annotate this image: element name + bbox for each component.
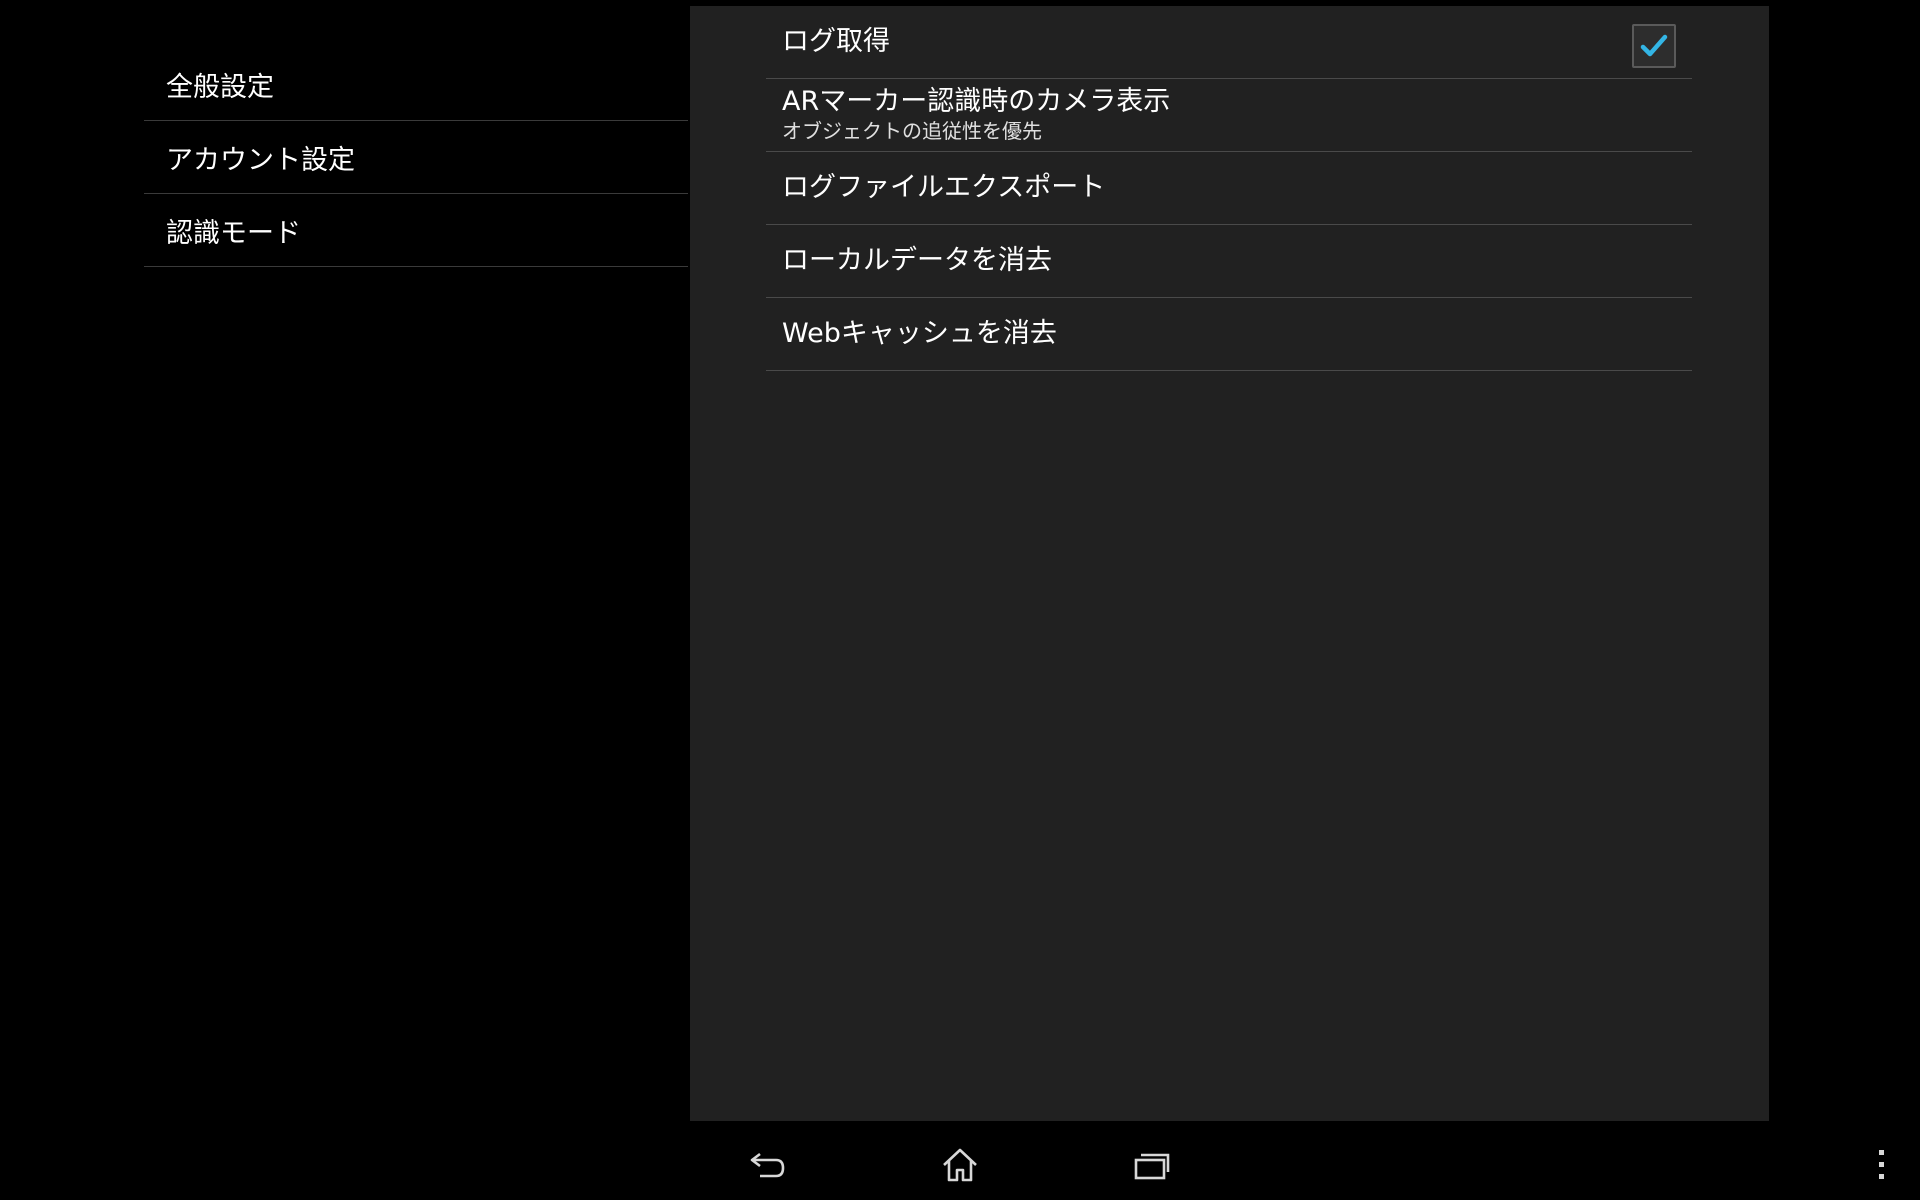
pref-title: Webキャッシュを消去 <box>782 318 1057 349</box>
header-item-label: アカウント設定 <box>166 144 355 176</box>
recent-apps-icon <box>1134 1153 1170 1180</box>
header-item-recognition-mode[interactable]: 認識モード <box>144 194 688 267</box>
pref-title: ログ取得 <box>782 26 890 57</box>
checkmark-icon <box>1640 34 1668 57</box>
recent-apps-button[interactable] <box>1122 1140 1182 1190</box>
header-item-account[interactable]: アカウント設定 <box>144 121 688 194</box>
preferences-list: ログ取得 ARマーカー認識時のカメラ表示 オブジェクトの追従性を優先 ログファイ… <box>766 6 1692 371</box>
log-capture-checkbox[interactable] <box>1632 24 1676 68</box>
back-icon <box>750 1152 785 1178</box>
header-item-label: 全般設定 <box>166 71 274 103</box>
system-navigation-bar <box>0 1130 1920 1200</box>
settings-screen: 全般設定 アカウント設定 認識モード ログ取得 ARマーカー認識時のカメラ表示 … <box>0 0 1920 1200</box>
pref-summary: オブジェクトの追従性を優先 <box>782 119 1042 143</box>
settings-headers-list: 全般設定 アカウント設定 認識モード <box>144 48 688 267</box>
pref-log-capture[interactable]: ログ取得 <box>766 6 1692 79</box>
home-button[interactable] <box>930 1140 990 1190</box>
pref-title: ローカルデータを消去 <box>782 245 1052 276</box>
header-item-label: 認識モード <box>166 217 301 249</box>
pref-clear-web-cache[interactable]: Webキャッシュを消去 <box>766 298 1692 371</box>
pref-camera-display[interactable]: ARマーカー認識時のカメラ表示 オブジェクトの追従性を優先 <box>766 79 1692 152</box>
pref-title: ログファイルエクスポート <box>782 172 1106 203</box>
back-button[interactable] <box>738 1140 798 1190</box>
pref-title: ARマーカー認識時のカメラ表示 <box>782 86 1171 117</box>
overflow-menu-icon <box>1879 1150 1884 1179</box>
overflow-menu-button[interactable] <box>1852 1140 1912 1190</box>
pref-clear-local-data[interactable]: ローカルデータを消去 <box>766 225 1692 298</box>
pref-log-file-export[interactable]: ログファイルエクスポート <box>766 152 1692 225</box>
preferences-panel: ログ取得 ARマーカー認識時のカメラ表示 オブジェクトの追従性を優先 ログファイ… <box>690 6 1769 1121</box>
home-icon <box>943 1148 977 1182</box>
header-item-general[interactable]: 全般設定 <box>144 48 688 121</box>
